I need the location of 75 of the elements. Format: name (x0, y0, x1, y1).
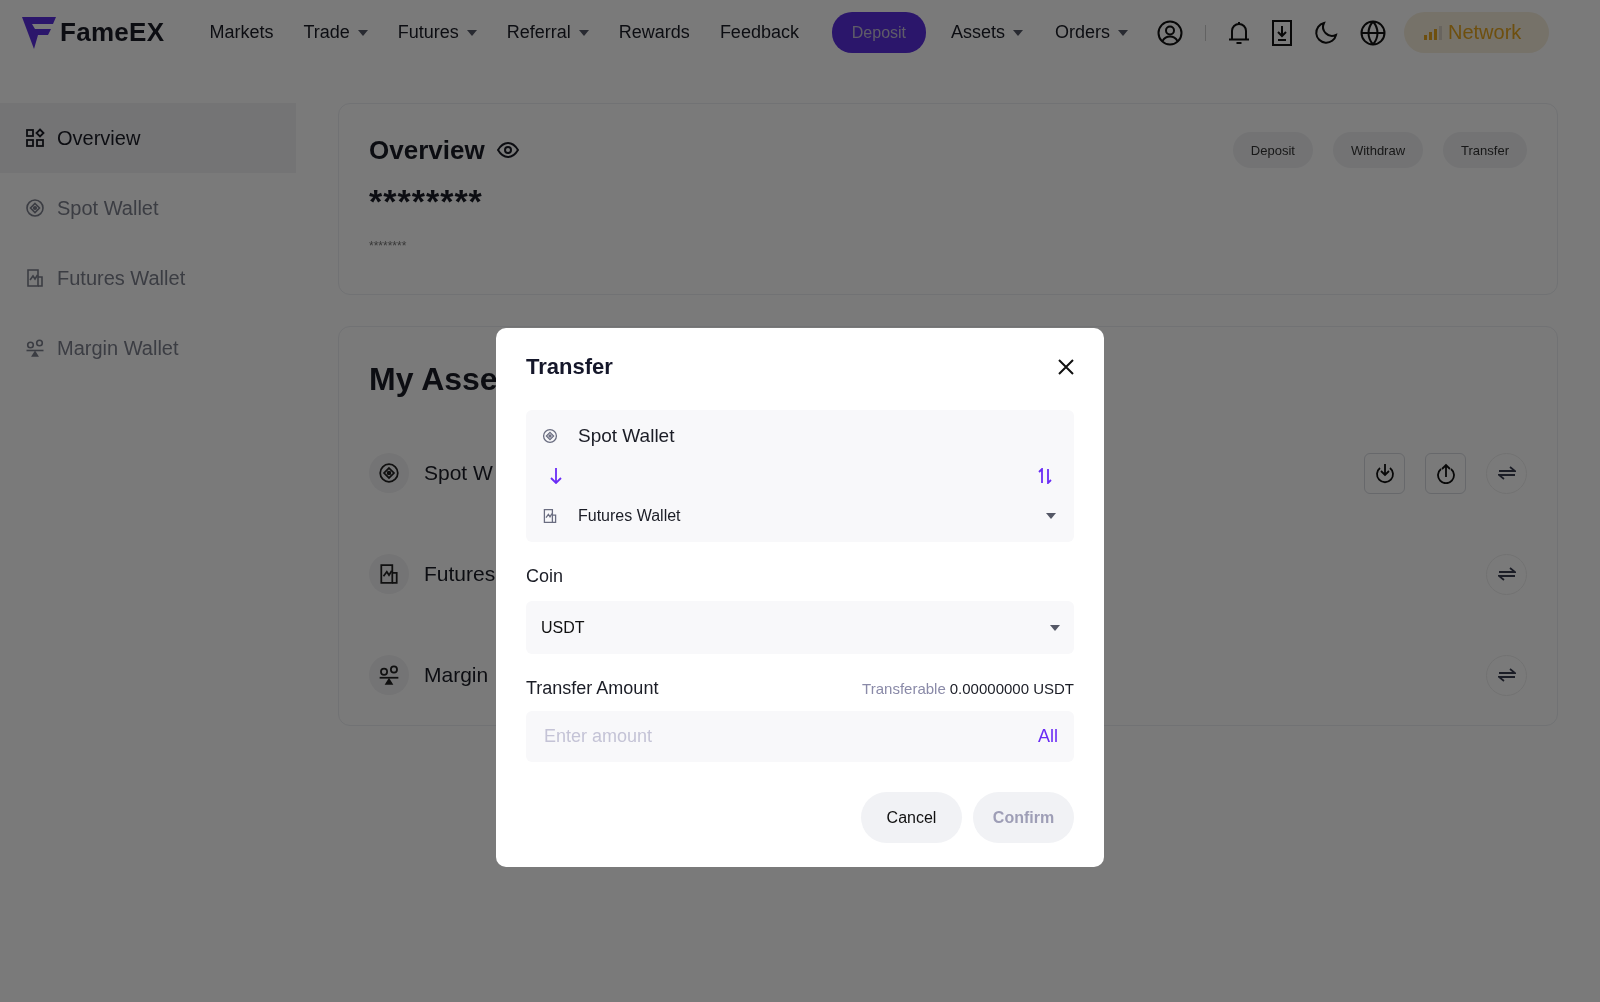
coin-select[interactable]: USDT (526, 601, 1074, 654)
download-icon (1373, 462, 1396, 484)
nav-link[interactable]: Feedback (708, 22, 810, 43)
caret-icon (1046, 513, 1056, 519)
sidebar-item[interactable]: Overview (0, 103, 296, 173)
arrow-down-icon (550, 468, 562, 484)
to-wallet-select[interactable]: Futures Wallet (578, 507, 1056, 525)
assets-title: My Asse (369, 361, 498, 398)
cancel-button[interactable]: Cancel (861, 792, 962, 843)
coin-label: Coin (526, 566, 565, 587)
people-icon (25, 338, 45, 358)
coin-icon (542, 428, 558, 444)
nav-menu[interactable]: Assets (939, 22, 1034, 43)
sidebar-item[interactable]: Spot Wallet (0, 173, 296, 243)
action-button[interactable]: Withdraw (1332, 132, 1424, 168)
wallet-name: Spot W (424, 461, 493, 485)
swap-icon (1497, 466, 1516, 480)
nav-link[interactable]: Trade (292, 22, 379, 43)
nav-link[interactable]: Rewards (607, 22, 701, 43)
people-icon (378, 664, 400, 686)
caret-icon (578, 29, 589, 36)
nav-link[interactable]: Referral (495, 22, 600, 43)
sidebar-label: Overview (57, 126, 141, 150)
coin-icon (378, 462, 400, 484)
upload-icon (1434, 462, 1457, 484)
all-link[interactable]: All (1038, 726, 1058, 747)
caret-icon (357, 29, 368, 36)
logo-text: FameEX (60, 17, 165, 48)
overview-title: Overview (369, 134, 485, 166)
close-icon (1058, 359, 1074, 375)
swap-icon (1497, 668, 1516, 682)
signal-icon (1424, 25, 1442, 40)
swap-icon[interactable] (1038, 468, 1052, 484)
deposit-button[interactable] (1364, 452, 1405, 494)
coin-icon (25, 198, 45, 218)
wallet-name: Futures (424, 562, 496, 586)
transfer-button[interactable] (1486, 452, 1527, 494)
bell-icon[interactable] (1228, 19, 1250, 46)
sidebar-label: Spot Wallet (57, 196, 159, 220)
download-icon[interactable] (1272, 19, 1292, 46)
grid-icon (25, 128, 45, 148)
swap-icon (1497, 567, 1516, 581)
nav-link[interactable]: Futures (386, 22, 488, 43)
logo-icon (22, 16, 56, 49)
chart-icon (25, 268, 45, 288)
close-button[interactable] (1058, 359, 1074, 375)
transferable-label: Transferable (862, 680, 946, 697)
hidden-sub-balance: ******** (369, 239, 408, 253)
wallet-name: Margin (424, 663, 489, 687)
caret-icon (466, 29, 477, 36)
sidebar-item[interactable]: Margin Wallet (0, 313, 296, 383)
sidebar-item[interactable]: Futures Wallet (0, 243, 296, 313)
globe-icon[interactable] (1360, 19, 1386, 46)
chart-icon (542, 508, 558, 524)
caret-icon (1012, 29, 1023, 36)
withdraw-button[interactable] (1425, 452, 1466, 494)
transfer-button[interactable] (1486, 553, 1527, 595)
transfer-button[interactable] (1486, 654, 1527, 696)
nav-menu[interactable]: Orders (1043, 22, 1139, 43)
profile-icon[interactable] (1157, 19, 1183, 46)
caret-icon (1050, 624, 1060, 631)
dialog-title: Transfer (526, 354, 613, 380)
sidebar-label: Margin Wallet (57, 336, 179, 360)
transferable-value: 0.00000000 USDT (949, 680, 1074, 697)
chart-icon (378, 563, 400, 585)
caret-icon (1118, 29, 1128, 36)
moon-icon[interactable] (1314, 20, 1338, 45)
amount-label: Transfer Amount (526, 678, 659, 699)
action-button[interactable]: Transfer (1443, 132, 1527, 168)
sidebar-label: Futures Wallet (57, 266, 186, 290)
from-wallet: Spot Wallet (578, 425, 675, 447)
action-button[interactable]: Deposit (1232, 132, 1313, 168)
hidden-balance: ******** (369, 182, 484, 221)
eye-icon[interactable] (496, 142, 519, 158)
nav-link[interactable]: Markets (198, 22, 285, 43)
